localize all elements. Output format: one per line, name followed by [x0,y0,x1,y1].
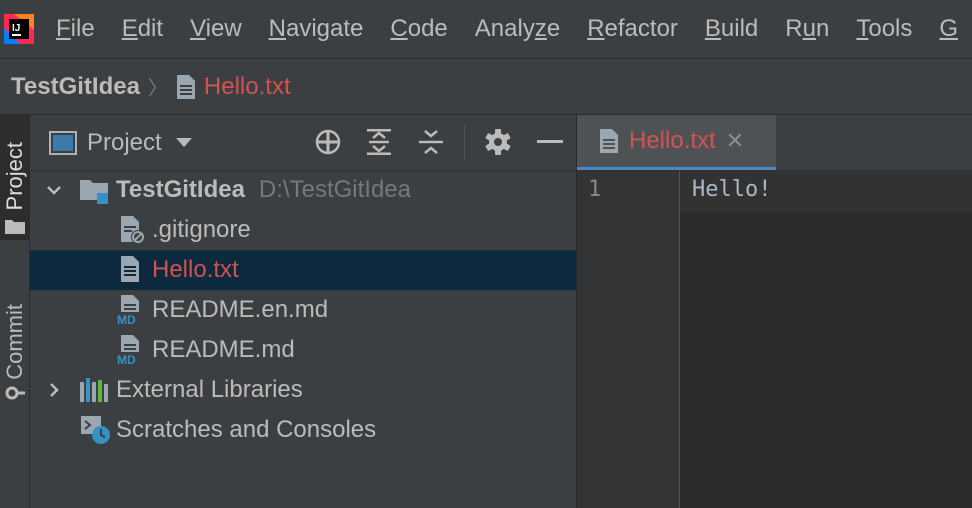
chevron-down-icon[interactable] [175,137,192,148]
markdown-file-icon: MD [116,295,142,326]
text-file-icon [600,129,618,153]
menu-build[interactable]: Build [705,15,758,43]
tree-file-label: README.md [152,336,295,363]
module-folder-icon [80,180,108,204]
project-tool-label: Project [1,141,27,210]
tool-window-strip: Project Commit [0,115,30,508]
tree-file-label: Hello.txt [152,256,239,283]
menu-navigate[interactable]: Navigate [269,15,364,43]
chevron-down-icon[interactable] [46,184,62,196]
settings-button[interactable] [483,127,513,157]
breadcrumb: TestGitIdea 〉 Hello.txt [0,59,972,115]
chevron-right-icon[interactable] [48,382,60,398]
close-icon[interactable]: ✕ [726,128,744,154]
hide-panel-button[interactable] [535,127,565,157]
scratches-icon [81,416,110,444]
svg-text:MD: MD [117,353,136,366]
menu-tools[interactable]: Tools [856,15,912,43]
menu-git[interactable]: G [939,15,958,43]
menu-code[interactable]: Code [390,15,447,43]
tree-file-readme-md[interactable]: MD README.md [30,330,576,370]
tree-external-libraries[interactable]: External Libraries [30,370,576,410]
text-file-icon [176,74,195,99]
text-file-icon [121,256,139,282]
main-menu-bar: IJ File Edit View Navigate Code Analyze … [0,0,972,59]
commit-icon [5,386,25,400]
minimize-icon [537,140,563,143]
library-icon [80,378,108,402]
code-line: Hello! [692,177,772,202]
tree-file-readme-en-md[interactable]: MD README.en.md [30,290,576,330]
tab-commit-tool[interactable]: Commit [0,275,29,400]
breadcrumb-file[interactable]: Hello.txt [204,73,291,101]
tree-file-label: README.en.md [152,296,329,323]
editor-tab-hello-txt[interactable]: Hello.txt ✕ [577,115,776,170]
project-root-name: TestGitIdea [116,176,245,203]
project-view-selector[interactable]: Project [87,129,162,157]
locate-file-button[interactable] [313,127,343,157]
tree-root-folder[interactable]: TestGitIdea D:\TestGitIdea [30,170,576,210]
project-panel-header: Project [30,115,576,171]
ignored-file-icon [121,216,145,244]
expand-all-icon [367,129,391,155]
tree-label-scratches: Scratches and Consoles [116,416,377,443]
menu-analyze[interactable]: Analyze [475,15,560,43]
crosshair-icon [315,129,341,155]
line-number-gutter: 1 [577,171,680,508]
markdown-file-icon: MD [116,335,142,366]
commit-tool-label: Commit [1,304,27,380]
editor-tab-label: Hello.txt [629,127,716,154]
project-root-path: D:\TestGitIdea [258,176,411,203]
tree-file-hello-txt[interactable]: Hello.txt [30,250,576,290]
collapse-all-button[interactable] [416,127,446,157]
line-number: 1 [588,177,602,202]
project-panel: Project TestGitIdea D:\TestGitIdea .giti… [30,115,577,508]
code-editor[interactable]: Hello! [680,171,972,508]
collapse-all-icon [419,130,443,154]
project-view-icon [49,130,77,155]
tree-label-external-libraries: External Libraries [116,376,303,403]
tab-project-tool[interactable]: Project [0,115,29,240]
gear-icon [485,129,511,155]
toolbar-divider [464,125,465,161]
tree-file-gitignore[interactable]: .gitignore [30,210,576,250]
editor-tab-bar: Hello.txt ✕ [577,115,972,171]
breadcrumb-project[interactable]: TestGitIdea [11,73,140,101]
expand-all-button[interactable] [364,127,394,157]
tree-file-label: .gitignore [152,216,251,243]
menu-file[interactable]: File [56,15,95,43]
breadcrumb-separator: 〉 [147,78,168,100]
intellij-logo-icon[interactable]: IJ [4,14,34,44]
menu-run[interactable]: Run [785,15,829,43]
editor-area: Hello.txt ✕ 1 Hello! [577,115,972,508]
menu-refactor[interactable]: Refactor [587,15,678,43]
folder-icon [4,220,25,234]
svg-text:IJ: IJ [12,23,20,34]
menu-edit[interactable]: Edit [122,15,163,43]
tree-scratches-consoles[interactable]: Scratches and Consoles [30,410,576,450]
menu-view[interactable]: View [190,15,242,43]
svg-text:MD: MD [117,313,136,326]
